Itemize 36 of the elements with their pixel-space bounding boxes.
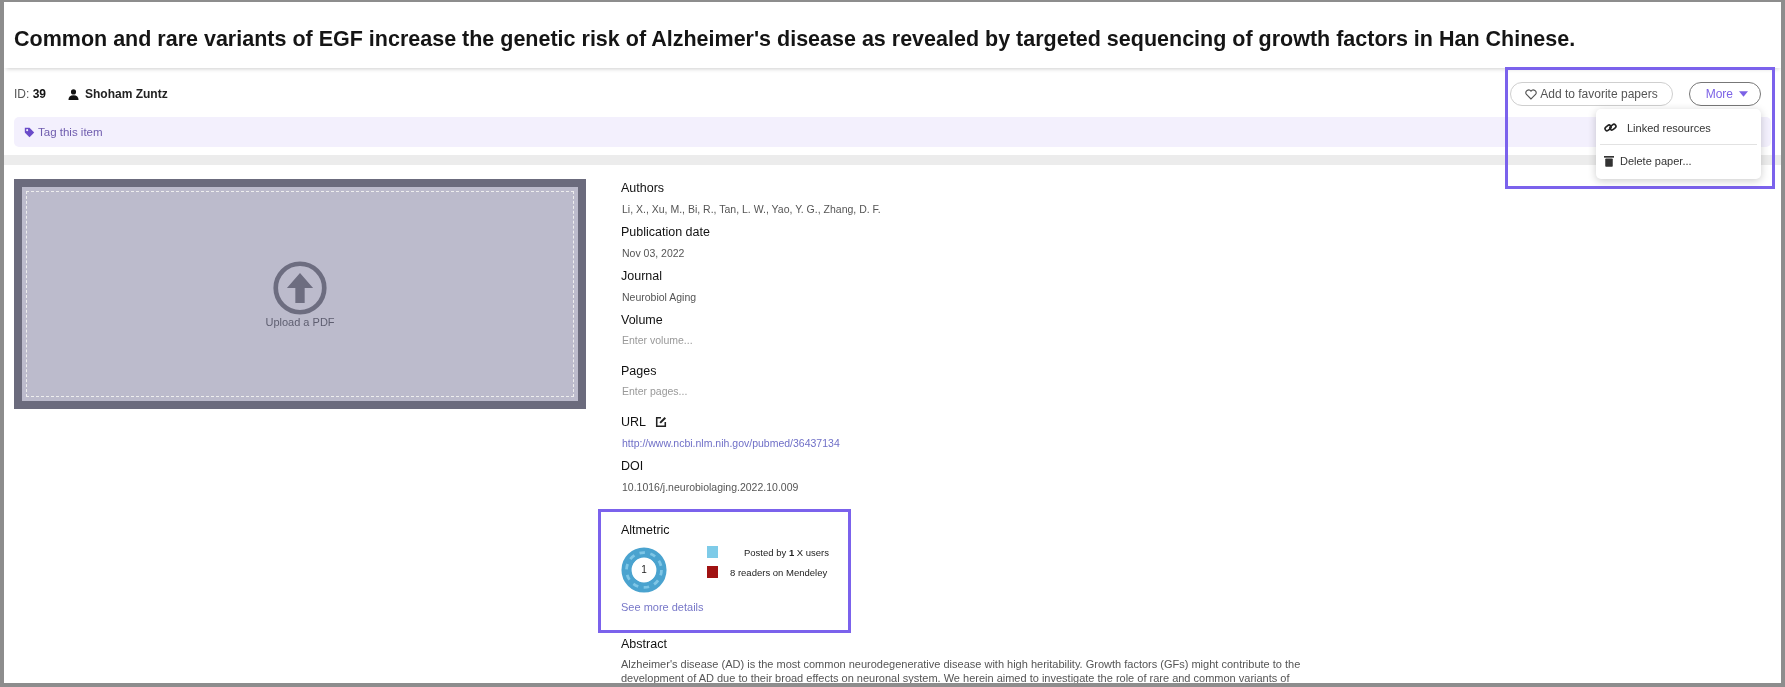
menu-item[interactable]: Delete paper... <box>1596 147 1761 175</box>
heart-icon <box>1525 88 1538 100</box>
field-label: DOI <box>621 459 644 473</box>
tag-icon <box>24 126 35 138</box>
owner-name: Shoham Zuntz <box>85 87 168 101</box>
tag-link[interactable]: Tag this item <box>24 126 103 138</box>
favorite-button[interactable]: Add to favorite papers <box>1510 82 1673 106</box>
field-label: URL <box>621 415 646 429</box>
field-label: Publication date <box>621 225 710 239</box>
field-value: Nov 03, 2022 <box>621 246 686 259</box>
upload-label: Upload a PDF <box>265 316 335 328</box>
link-icon <box>1604 121 1617 134</box>
edit-icon[interactable] <box>655 416 667 428</box>
altmetric-badge: 1 <box>621 547 667 593</box>
abstract-text: Alzheimer's disease (AD) is the most common neurodegenerative disease with high heritability. Growth factors (GFs) might contribute to the <box>621 657 1301 671</box>
legend-text: 8 readers on Mendeley <box>729 566 828 578</box>
field-value: Li, X., Xu, M., Bi, R., Tan, L. W., Yao, Y. G., Zhang, D. F. <box>621 202 882 215</box>
more-button[interactable]: More <box>1688 82 1761 106</box>
caret-icon <box>1739 91 1748 97</box>
field-label: Volume <box>621 313 663 327</box>
field-label: Abstract <box>621 637 668 651</box>
field-label: Authors <box>621 181 665 195</box>
menu-item[interactable]: Linked resources <box>1596 113 1761 142</box>
details-link[interactable]: See more details <box>621 601 1301 613</box>
user-icon <box>68 88 80 100</box>
field-label: Pages <box>621 364 657 378</box>
trash-icon <box>1604 155 1614 167</box>
upload-dropzone[interactable]: Upload a PDF <box>14 179 586 409</box>
field-value: 10.1016/j.neurobiolaging.2022.10.009 <box>621 480 800 493</box>
paper-title: Common and rare variants of EGF increase the genetic risk of Alzheimer's disease as revealed by targeted sequencing of growth factors in Han Chinese. <box>4 2 1781 68</box>
url-link[interactable]: http://www.ncbi.nlm.nih.gov/pubmed/36437134 <box>621 431 1301 449</box>
field-label: Journal <box>621 269 662 283</box>
legend-text: Posted by 1 X users <box>743 546 830 558</box>
field-label: Altmetric <box>621 523 671 537</box>
field-value: Neurobiol Aging <box>621 290 698 303</box>
paper-id: ID: 39 <box>14 87 47 101</box>
